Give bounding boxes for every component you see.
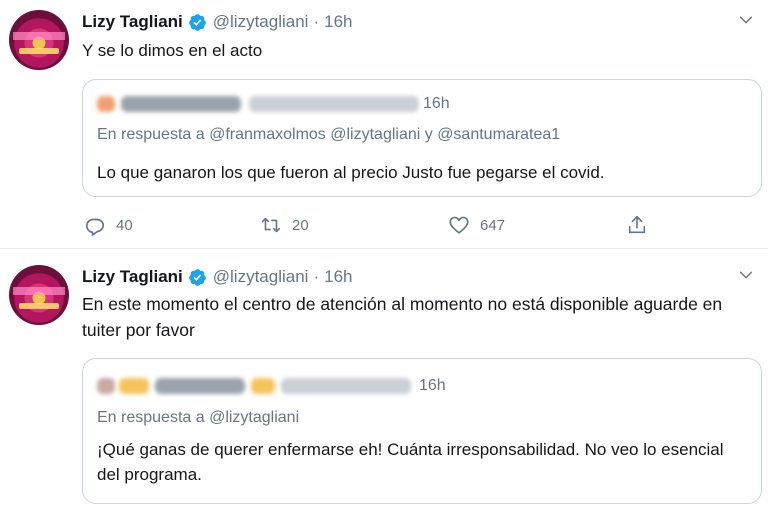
quoted-timestamp: 16h — [419, 377, 446, 394]
reply-button[interactable]: 40 — [84, 210, 133, 240]
timestamp[interactable]: 16h — [324, 12, 352, 32]
reply-prefix: En respuesta a — [97, 126, 205, 143]
retweet-icon — [261, 217, 281, 233]
retweet-button[interactable]: 20 — [260, 210, 309, 240]
author-handle[interactable]: @lizytagliani — [213, 267, 309, 287]
reply-prefix: En respuesta a — [97, 409, 205, 426]
tweet[interactable]: Lizy Tagliani @lizytagliani · 16h Y se l… — [0, 0, 768, 248]
avatar[interactable] — [9, 10, 69, 70]
quoted-tweet-text: Lo que ganaron los que fueron al precio … — [97, 163, 605, 182]
blurred-name — [155, 378, 245, 394]
author-handle[interactable]: @lizytagliani — [213, 12, 309, 32]
tweet-text: Y se lo dimos en el acto — [82, 41, 263, 60]
blurred-avatar — [97, 96, 115, 112]
blurred-name — [121, 96, 241, 112]
quoted-tweet-header: 16h — [97, 94, 450, 114]
reply-context: En respuesta a @lizytagliani — [97, 409, 299, 427]
reply-count: 40 — [116, 216, 133, 234]
tweet[interactable]: Lizy Tagliani @lizytagliani · 16h En est… — [0, 249, 768, 512]
author-name[interactable]: Lizy Tagliani — [82, 267, 183, 287]
reply-icon — [85, 218, 105, 236]
tweet-text: En este momento el centro de atención al… — [82, 294, 723, 340]
tweet-actions: 40 20 647 — [82, 210, 682, 240]
heart-icon — [449, 216, 469, 234]
blurred-avatar — [97, 378, 115, 394]
reply-context: En respuesta a @franmaxolmos @lizytaglia… — [97, 126, 560, 144]
avatar[interactable] — [9, 265, 69, 325]
like-count: 647 — [480, 216, 506, 234]
blurred-name — [119, 378, 149, 394]
verified-badge-icon — [188, 268, 206, 286]
separator: · — [313, 267, 320, 286]
quoted-tweet[interactable]: 16h En respuesta a @franmaxolmos @lizyta… — [82, 79, 762, 197]
chevron-down-icon[interactable] — [738, 12, 754, 28]
tweet-header: Lizy Tagliani @lizytagliani · 16h — [82, 264, 353, 290]
blurred-handle — [249, 96, 419, 112]
separator: · — [313, 12, 320, 31]
share-icon — [628, 215, 646, 234]
author-name[interactable]: Lizy Tagliani — [82, 12, 183, 32]
tweet-header: Lizy Tagliani @lizytagliani · 16h — [82, 9, 353, 35]
quoted-tweet[interactable]: 16h En respuesta a @lizytagliani ¡Qué ga… — [82, 358, 762, 504]
quoted-tweet-text: ¡Qué ganas de querer enfermarse eh! Cuán… — [97, 440, 724, 484]
timestamp[interactable]: 16h — [324, 267, 352, 287]
quoted-tweet-header: 16h — [97, 376, 446, 396]
verified-badge-icon — [188, 13, 206, 31]
quoted-timestamp: 16h — [423, 95, 450, 112]
blurred-emoji — [251, 378, 275, 394]
share-button[interactable] — [626, 210, 648, 240]
chevron-down-icon[interactable] — [738, 267, 754, 283]
retweet-count: 20 — [292, 216, 309, 234]
blurred-handle — [281, 378, 411, 394]
like-button[interactable]: 647 — [448, 210, 505, 240]
reply-mentions[interactable]: @lizytagliani — [209, 409, 299, 426]
reply-mentions[interactable]: @franmaxolmos @lizytagliani y @santumara… — [209, 126, 560, 143]
